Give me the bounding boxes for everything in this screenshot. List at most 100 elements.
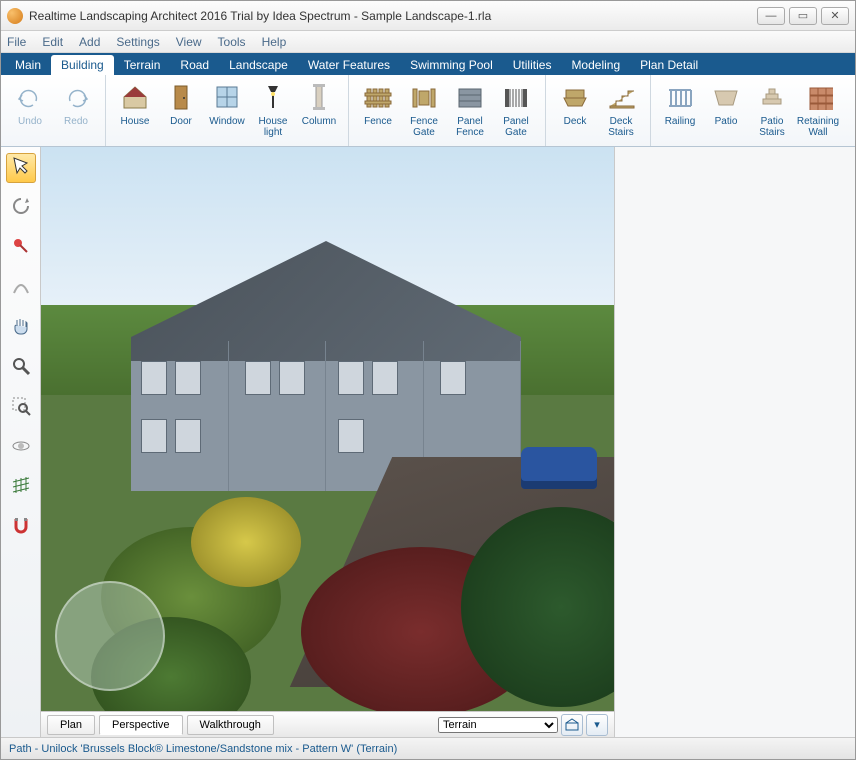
tool-grid[interactable] xyxy=(6,473,36,503)
ribbon-label: PanelFence xyxy=(456,116,484,138)
workspace: Plan Perspective Walkthrough Terrain ▾ xyxy=(1,147,855,737)
app-icon xyxy=(7,8,23,24)
retaining-wall-icon xyxy=(802,81,834,113)
ribbon-label: Fence xyxy=(364,116,392,127)
ribbon-label: House xyxy=(121,116,150,127)
ribbon-deck-stairs-button[interactable]: DeckStairs xyxy=(598,79,644,142)
3d-canvas[interactable] xyxy=(41,147,614,711)
undo-icon xyxy=(14,81,46,113)
ribbon-window-button[interactable]: Window xyxy=(204,79,250,142)
menu-tools[interactable]: Tools xyxy=(218,35,246,49)
tab-road[interactable]: Road xyxy=(170,55,219,75)
ribbon-label: Railing xyxy=(665,116,696,127)
tool-zoom[interactable] xyxy=(6,353,36,383)
ribbon-column-button[interactable]: Column xyxy=(296,79,342,142)
pan-icon xyxy=(10,315,32,342)
ribbon-label: Deck xyxy=(564,116,587,127)
ribbon-deck-button[interactable]: Deck xyxy=(552,79,598,142)
menu-edit[interactable]: Edit xyxy=(42,35,63,49)
patio-icon xyxy=(710,81,742,113)
tool-orbit[interactable] xyxy=(6,433,36,463)
menubar: File Edit Add Settings View Tools Help xyxy=(1,31,855,53)
ribbon-label: Patio xyxy=(715,116,738,127)
panel-gate-icon xyxy=(500,81,532,113)
ribbon-redo-button: Redo xyxy=(53,79,99,142)
ribbon-label: Redo xyxy=(64,116,88,127)
ribbon-accessory-button[interactable]: AccSt xyxy=(841,79,855,142)
tab-swimming-pool[interactable]: Swimming Pool xyxy=(400,55,503,75)
house-icon xyxy=(119,81,151,113)
viewtab-plan[interactable]: Plan xyxy=(47,715,95,735)
grid-icon xyxy=(10,475,32,502)
patio-stairs-icon xyxy=(756,81,788,113)
menu-help[interactable]: Help xyxy=(262,35,287,49)
menu-file[interactable]: File xyxy=(7,35,26,49)
orbit-icon xyxy=(10,435,32,462)
tool-curve[interactable] xyxy=(6,273,36,303)
view-compass[interactable] xyxy=(55,581,165,691)
viewport: Plan Perspective Walkthrough Terrain ▾ xyxy=(41,147,615,737)
tab-water-features[interactable]: Water Features xyxy=(298,55,400,75)
ribbon-label: Window xyxy=(209,116,245,127)
zoom-icon xyxy=(10,355,32,382)
tab-main[interactable]: Main xyxy=(5,55,51,75)
menu-settings[interactable]: Settings xyxy=(116,35,159,49)
layer-select[interactable]: Terrain xyxy=(438,717,558,733)
tool-push-pin[interactable] xyxy=(6,233,36,263)
layer-options-button[interactable] xyxy=(561,714,583,736)
tab-landscape[interactable]: Landscape xyxy=(219,55,298,75)
ribbon-railing-button[interactable]: Railing xyxy=(657,79,703,142)
ribbon-patio-button[interactable]: Patio xyxy=(703,79,749,142)
window-title: Realtime Landscaping Architect 2016 Tria… xyxy=(29,9,753,23)
ribbon-fence-gate-button[interactable]: FenceGate xyxy=(401,79,447,142)
car-model xyxy=(521,447,597,489)
tool-zoom-region[interactable] xyxy=(6,393,36,423)
ribbon-label: Houselight xyxy=(259,116,288,138)
ribbon-label: DeckStairs xyxy=(608,116,634,138)
accessory-icon xyxy=(848,81,855,113)
menu-view[interactable]: View xyxy=(176,35,202,49)
properties-panel xyxy=(615,147,855,737)
ribbon-label: FenceGate xyxy=(410,116,438,138)
door-icon xyxy=(165,81,197,113)
ribbon-panel-gate-button[interactable]: PanelGate xyxy=(493,79,539,142)
tool-rotate[interactable] xyxy=(6,193,36,223)
tool-snap[interactable] xyxy=(6,513,36,543)
category-tabbar: MainBuildingTerrainRoadLandscapeWater Fe… xyxy=(1,53,855,75)
ribbon-patio-stairs-button[interactable]: PatioStairs xyxy=(749,79,795,142)
tab-utilities[interactable]: Utilities xyxy=(503,55,562,75)
viewtab-walkthrough[interactable]: Walkthrough xyxy=(187,715,274,735)
ribbon-house-button[interactable]: House xyxy=(112,79,158,142)
menu-add[interactable]: Add xyxy=(79,35,100,49)
ribbon-label: Column xyxy=(302,116,336,127)
window-icon xyxy=(211,81,243,113)
ribbon-door-button[interactable]: Door xyxy=(158,79,204,142)
deck-icon xyxy=(559,81,591,113)
ribbon-panel-fence-button[interactable]: PanelFence xyxy=(447,79,493,142)
tab-modeling[interactable]: Modeling xyxy=(561,55,630,75)
ribbon-label: Undo xyxy=(18,116,42,127)
push-pin-icon xyxy=(10,235,32,262)
close-button[interactable]: ✕ xyxy=(821,7,849,25)
maximize-button[interactable]: ▭ xyxy=(789,7,817,25)
ribbon-fence-button[interactable]: Fence xyxy=(355,79,401,142)
rotate-icon xyxy=(10,195,32,222)
tab-terrain[interactable]: Terrain xyxy=(114,55,171,75)
tab-building[interactable]: Building xyxy=(51,55,114,75)
ribbon-label: PatioStairs xyxy=(759,116,785,138)
select-icon xyxy=(10,155,32,182)
railing-icon xyxy=(664,81,696,113)
shrub xyxy=(191,497,301,587)
minimize-button[interactable]: — xyxy=(757,7,785,25)
tool-select[interactable] xyxy=(6,153,36,183)
side-toolbar xyxy=(1,147,41,737)
zoom-region-icon xyxy=(10,395,32,422)
ribbon-undo-button: Undo xyxy=(7,79,53,142)
tool-pan[interactable] xyxy=(6,313,36,343)
fence-gate-icon xyxy=(408,81,440,113)
layer-dropdown-button[interactable]: ▾ xyxy=(586,714,608,736)
ribbon-retaining-wall-button[interactable]: RetainingWall xyxy=(795,79,841,142)
ribbon-lamp-button[interactable]: Houselight xyxy=(250,79,296,142)
tab-plan-detail[interactable]: Plan Detail xyxy=(630,55,708,75)
viewtab-perspective[interactable]: Perspective xyxy=(99,715,182,735)
